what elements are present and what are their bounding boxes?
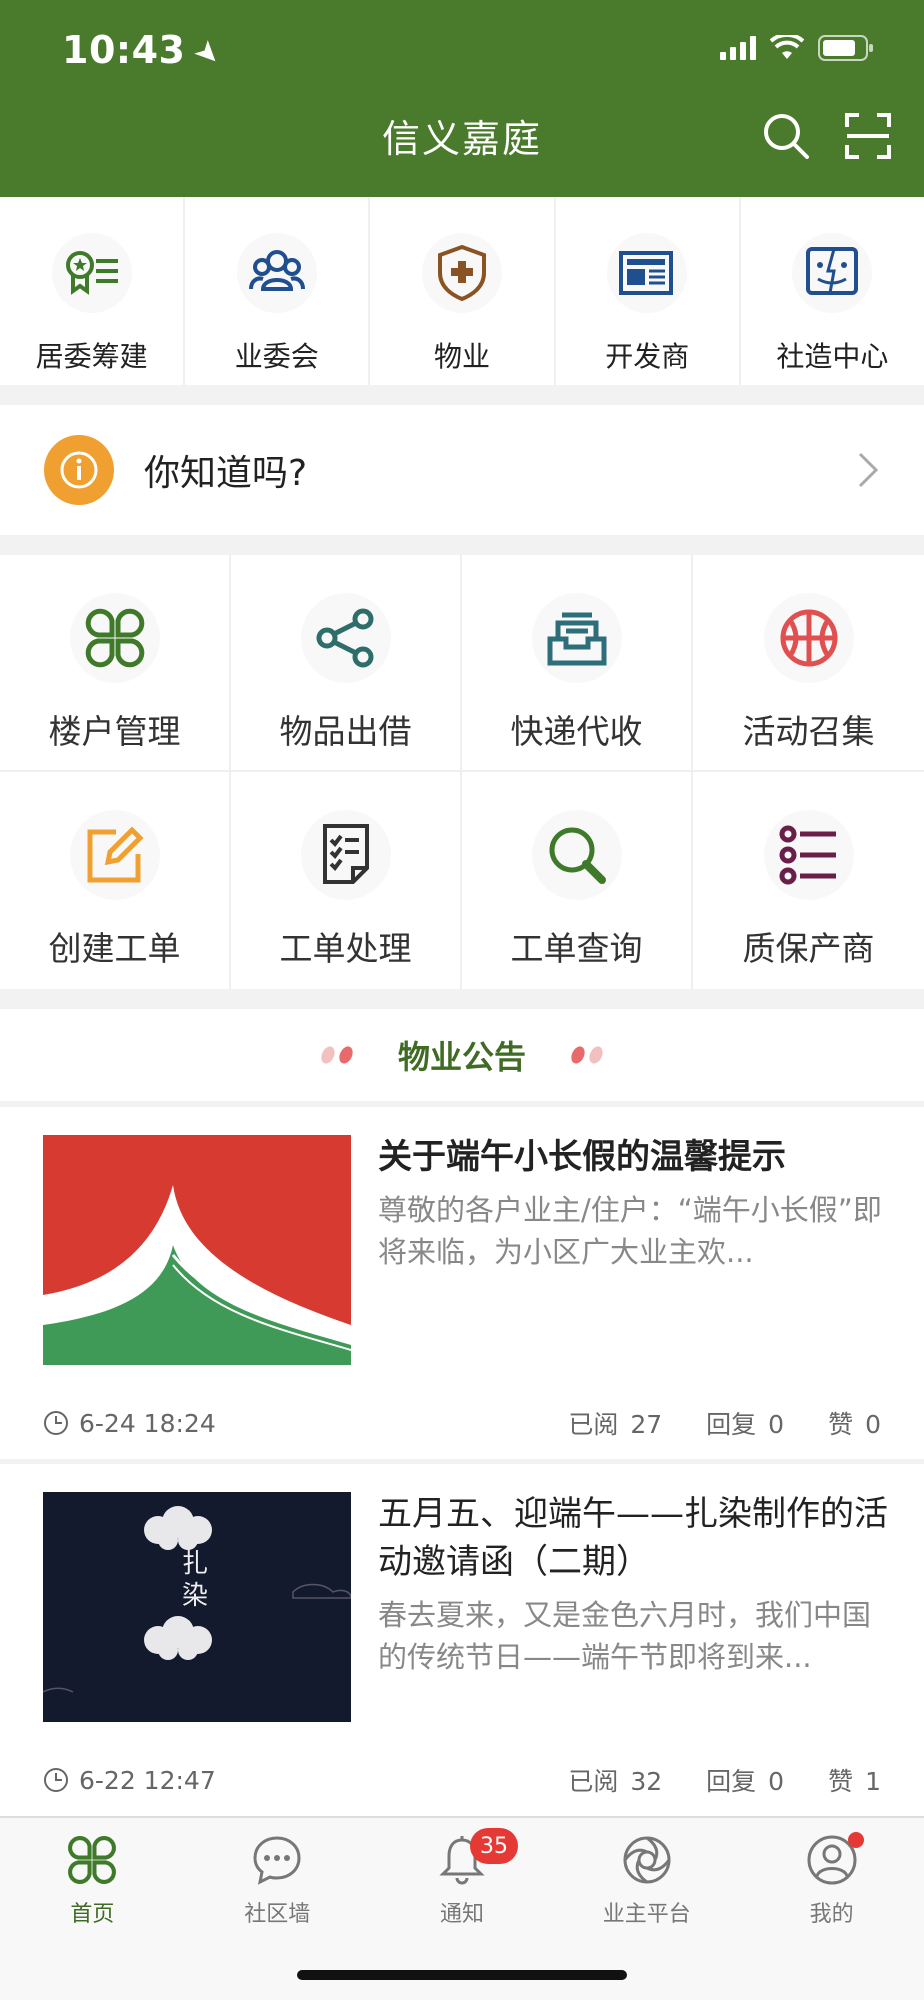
notice-section-header: 物业公告 xyxy=(0,1009,924,1101)
read-count: 已阅 32 xyxy=(568,1767,663,1796)
scan-icon xyxy=(845,113,891,159)
tab-label: 社区墙 xyxy=(244,1902,311,1927)
list-icon xyxy=(763,810,854,900)
article-summary: 尊敬的各户业主/住户：“端午小长假”即将来临，为小区广大业主欢... xyxy=(378,1193,882,1269)
tab-home[interactable]: 首页 xyxy=(0,1818,185,2000)
service-label: 物品出借 xyxy=(279,712,412,751)
service-label: 工单处理 xyxy=(279,929,412,968)
award-list-icon xyxy=(51,233,132,313)
tab-label: 我的 xyxy=(809,1902,854,1927)
newspaper-icon xyxy=(607,233,688,313)
tab-label: 首页 xyxy=(70,1902,115,1927)
category-item[interactable]: 居委筹建 xyxy=(0,197,186,385)
tab-label: 通知 xyxy=(439,1902,484,1927)
service-item[interactable]: 工单处理 xyxy=(231,772,462,989)
notice-article[interactable]: 扎 染 五月五、迎端午——扎染制作的活动邀请函（二期） 春去夏来，又是金色六月时… xyxy=(0,1464,924,1816)
edit-icon xyxy=(69,810,160,900)
article-time: 6-24 18:24 xyxy=(79,1408,216,1438)
service-item[interactable]: 物品出借 xyxy=(231,555,462,772)
tip-text: 你知道吗? xyxy=(144,453,308,494)
article-meta: 6-22 12:47 已阅 32 回复 0 赞1 xyxy=(43,1762,881,1798)
aperture-icon xyxy=(617,1830,677,1890)
checklist-icon xyxy=(300,810,391,900)
unread-dot xyxy=(847,1832,864,1848)
article-title: 五月五、迎端午——扎染制作的活动邀请函（二期） xyxy=(378,1494,888,1582)
article-image-text: 扎 染 xyxy=(181,1549,208,1611)
scan-button[interactable] xyxy=(840,108,896,164)
category-row: 居委筹建 业委会 物业 开发商 社造中心 xyxy=(0,197,924,385)
category-label: 社造中心 xyxy=(776,340,889,373)
status-indicators xyxy=(720,34,874,62)
status-time: 10:43➤ xyxy=(62,28,230,75)
article-title: 关于端午小长假的温馨提示 xyxy=(378,1137,786,1177)
basketball-icon xyxy=(763,593,854,683)
search-button[interactable] xyxy=(758,108,814,164)
users-icon xyxy=(236,233,317,313)
article-meta: 6-24 18:24 已阅 27 回复 0 赞0 xyxy=(43,1405,881,1441)
service-item[interactable]: 创建工单 xyxy=(0,772,231,989)
service-label: 活动召集 xyxy=(742,712,875,751)
notification-badge: 35 xyxy=(469,1828,518,1864)
service-item[interactable]: 质保产商 xyxy=(693,772,924,989)
share-icon xyxy=(300,593,391,683)
category-label: 物业 xyxy=(434,340,491,373)
notice-title: 物业公告 xyxy=(397,1038,526,1076)
category-label: 居委筹建 xyxy=(35,340,148,373)
article-time: 6-22 12:47 xyxy=(79,1765,216,1795)
category-item[interactable]: 开发商 xyxy=(556,197,741,385)
tab-label: 业主平台 xyxy=(602,1902,691,1927)
chat-bubble-icon xyxy=(247,1830,307,1890)
like-count: 赞0 xyxy=(828,1410,881,1439)
shield-plus-icon xyxy=(422,233,502,313)
article-thumbnail: 扎 染 xyxy=(43,1492,351,1722)
clock-icon xyxy=(44,1411,68,1435)
grid-icon xyxy=(69,593,160,683)
service-item[interactable]: 工单查询 xyxy=(462,772,693,989)
service-label: 快递代收 xyxy=(510,712,643,751)
service-label: 楼户管理 xyxy=(48,712,181,751)
article-summary: 春去夏来，又是金色六月时，我们中国的传统节日——端午节即将到来... xyxy=(378,1598,872,1674)
user-circle-icon xyxy=(802,1830,864,1890)
article-thumbnail xyxy=(43,1135,351,1365)
reply-count: 回复 0 xyxy=(706,1767,785,1796)
home-grid-icon xyxy=(62,1830,122,1890)
service-grid: 楼户管理 物品出借 快递代收 活动召集 创建工单 工单处理 工单查询 质保产商 xyxy=(0,555,924,989)
inbox-icon xyxy=(531,593,622,683)
did-you-know-banner[interactable]: 你知道吗? xyxy=(0,405,924,535)
decorative-dots xyxy=(568,1044,606,1066)
category-item[interactable]: 社造中心 xyxy=(741,197,924,385)
service-item[interactable]: 活动召集 xyxy=(693,555,924,772)
location-arrow-icon: ➤ xyxy=(186,32,230,75)
app-header: 10:43➤ 信义嘉庭 xyxy=(0,0,924,197)
info-icon xyxy=(44,435,114,505)
search-icon xyxy=(764,114,809,159)
battery-icon xyxy=(818,35,873,61)
read-count: 已阅 27 xyxy=(568,1410,663,1439)
wifi-icon xyxy=(770,35,804,59)
category-item[interactable]: 业委会 xyxy=(185,197,371,385)
bell-icon: 35 xyxy=(432,1828,518,1890)
service-label: 工单查询 xyxy=(510,929,643,968)
reply-count: 回复 0 xyxy=(706,1410,785,1439)
clock-icon xyxy=(44,1768,68,1792)
notice-article[interactable]: 关于端午小长假的温馨提示 尊敬的各户业主/住户：“端午小长假”即将来临，为小区广… xyxy=(0,1107,924,1459)
chevron-right-icon xyxy=(858,452,879,488)
category-label: 业委会 xyxy=(234,340,319,373)
category-item[interactable]: 物业 xyxy=(370,197,556,385)
face-box-icon xyxy=(792,233,873,313)
category-label: 开发商 xyxy=(605,340,690,373)
service-label: 质保产商 xyxy=(742,929,875,968)
tab-profile[interactable]: 我的 xyxy=(739,1818,924,2000)
service-label: 创建工单 xyxy=(48,929,181,968)
service-item[interactable]: 快递代收 xyxy=(462,555,693,772)
home-indicator xyxy=(297,1970,627,1980)
decorative-dots xyxy=(318,1044,356,1066)
like-count: 赞1 xyxy=(828,1767,881,1796)
cellular-signal-icon xyxy=(720,36,756,60)
search-icon xyxy=(531,810,622,900)
service-item[interactable]: 楼户管理 xyxy=(0,555,231,772)
